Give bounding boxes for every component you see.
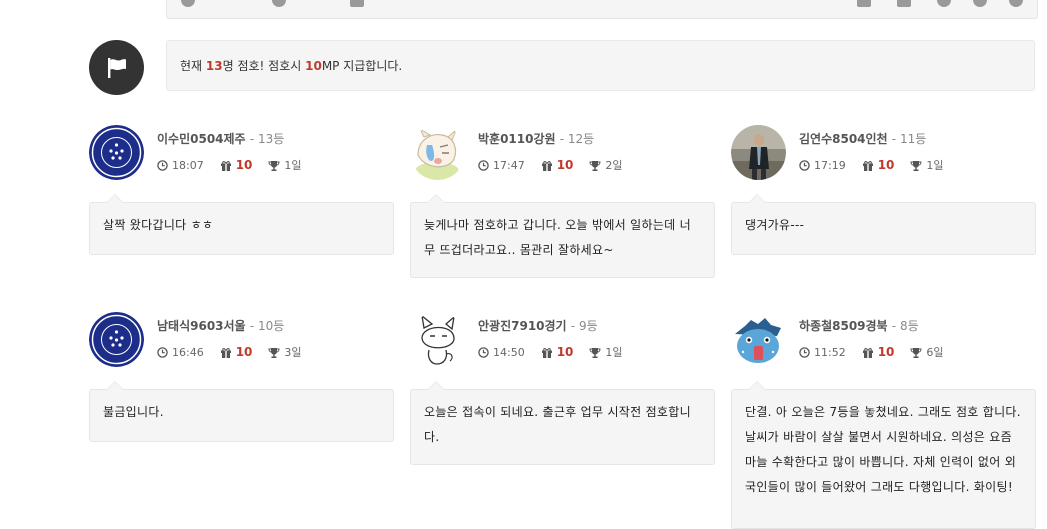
- user-name-line[interactable]: 하종철8509경북 - 8등: [799, 317, 919, 334]
- entry-meta: 11:52 10 6일: [799, 344, 960, 360]
- trophy-icon: [589, 160, 601, 171]
- gift-icon: [541, 347, 552, 358]
- gift-icon: [220, 160, 231, 171]
- trophy-icon: [910, 347, 922, 358]
- rank-label: - 12등: [559, 132, 595, 146]
- gift-icon: [862, 160, 873, 171]
- user-name[interactable]: 안광진7910경기: [478, 319, 567, 333]
- user-name-line[interactable]: 남태식9603서울 - 10등: [157, 317, 284, 334]
- consecutive-days: 1일: [284, 159, 302, 172]
- consecutive-days: 6일: [926, 346, 944, 359]
- folder-icon: [350, 0, 364, 7]
- trophy-icon: [910, 160, 922, 171]
- avatar[interactable]: [731, 125, 786, 180]
- user-name-line[interactable]: 이수민0504제주 - 13등: [157, 130, 284, 147]
- clock-icon: [181, 0, 195, 7]
- check-in-time: 18:07: [172, 158, 204, 172]
- user-name-line[interactable]: 박훈0110강원 - 12등: [478, 130, 594, 147]
- info-icon[interactable]: [973, 0, 987, 7]
- check-in-time: 17:19: [814, 158, 846, 172]
- clock-icon: [799, 346, 810, 358]
- message-bubble: 불금입니다.: [89, 381, 394, 442]
- message-bubble: 댕겨가유---: [731, 194, 1036, 255]
- user-name[interactable]: 박훈0110강원: [478, 132, 556, 146]
- consecutive-days: 1일: [605, 346, 623, 359]
- share-icon[interactable]: [937, 0, 951, 7]
- clock-icon: [157, 159, 168, 171]
- user-name[interactable]: 김연수8504인천: [799, 132, 888, 146]
- message-bubble: 단결. 아 오늘은 7등을 놓쳤네요. 그래도 점호 합니다. 날씨가 바람이 …: [731, 381, 1036, 529]
- avatar[interactable]: [89, 312, 144, 367]
- points-value: 10: [877, 158, 895, 172]
- user-name[interactable]: 남태식9603서울: [157, 319, 246, 333]
- user-name[interactable]: 하종철8509경북: [799, 319, 888, 333]
- gift-icon: [541, 160, 552, 171]
- entry-meta: 16:46 10 3일: [157, 344, 318, 360]
- previous-post-toolbar: [166, 0, 1038, 19]
- gift-icon: [862, 347, 873, 358]
- avatar[interactable]: [731, 312, 786, 367]
- points-value: 10: [556, 345, 574, 359]
- user-name-line[interactable]: 안광진7910경기 - 9등: [478, 317, 598, 334]
- print-icon[interactable]: [897, 0, 911, 7]
- rank-label: - 10등: [249, 319, 285, 333]
- avatar[interactable]: [410, 312, 465, 367]
- more-icon[interactable]: [1009, 0, 1023, 7]
- consecutive-days: 1일: [926, 159, 944, 172]
- notice-prefix: 현재: [180, 59, 206, 73]
- clock-icon: [478, 159, 489, 171]
- consecutive-days: 3일: [284, 346, 302, 359]
- trophy-icon: [268, 160, 280, 171]
- notice-suffix: MP 지급합니다.: [321, 59, 403, 73]
- points-value: 10: [235, 345, 253, 359]
- trophy-icon: [268, 347, 280, 358]
- rank-label: - 9등: [570, 319, 598, 333]
- avatar[interactable]: [410, 125, 465, 180]
- check-in-time: 14:50: [493, 345, 525, 359]
- message-bubble: 살짝 왔다갑니다 ㅎㅎ: [89, 194, 394, 255]
- rank-label: - 13등: [249, 132, 285, 146]
- check-in-time: 11:52: [814, 345, 846, 359]
- flag-icon: [107, 57, 126, 78]
- clock-icon: [478, 346, 489, 358]
- clock-icon: [157, 346, 168, 358]
- points-value: 10: [877, 345, 895, 359]
- user-name[interactable]: 이수민0504제주: [157, 132, 246, 146]
- entry-meta: 18:07 10 1일: [157, 157, 318, 173]
- consecutive-days: 2일: [605, 159, 623, 172]
- notice-middle: 명 점호! 점호시: [222, 59, 306, 73]
- mp-amount: 10: [305, 59, 322, 73]
- gift-icon: [220, 347, 231, 358]
- rank-label: - 8등: [891, 319, 919, 333]
- message-bubble: 늦게나마 점호하고 갑니다. 오늘 밖에서 일하는데 너무 뜨겁더라고요.. 몸…: [410, 194, 715, 278]
- clock-icon: [272, 0, 286, 7]
- message-bubble: 오늘은 접속이 되네요. 출근후 업무 시작전 점호합니다.: [410, 381, 715, 465]
- rank-label: - 11등: [891, 132, 927, 146]
- entry-meta: 14:50 10 1일: [478, 344, 639, 360]
- points-value: 10: [235, 158, 253, 172]
- reply-icon[interactable]: [857, 0, 871, 7]
- entry-meta: 17:47 10 2일: [478, 157, 639, 173]
- check-in-time: 16:46: [172, 345, 204, 359]
- avatar[interactable]: [89, 125, 144, 180]
- trophy-icon: [589, 347, 601, 358]
- check-in-time: 17:47: [493, 158, 525, 172]
- attendee-count: 13: [205, 59, 223, 73]
- entry-meta: 17:19 10 1일: [799, 157, 960, 173]
- flag-badge: [89, 40, 144, 95]
- roll-call-notice: 현재 13명 점호! 점호시 10MP 지급합니다.: [166, 40, 1035, 91]
- user-name-line[interactable]: 김연수8504인천 - 11등: [799, 130, 926, 147]
- points-value: 10: [556, 158, 574, 172]
- clock-icon: [799, 159, 810, 171]
